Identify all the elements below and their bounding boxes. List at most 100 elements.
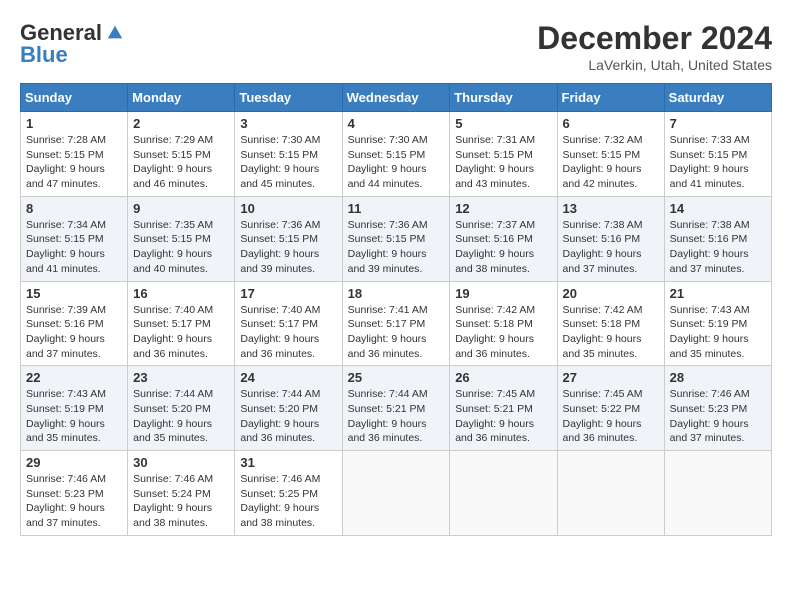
day-number: 4 (348, 116, 445, 131)
calendar-cell (664, 451, 771, 536)
calendar-table: SundayMondayTuesdayWednesdayThursdayFrid… (20, 83, 772, 536)
day-info: Sunrise: 7:29 AM Sunset: 5:15 PM Dayligh… (133, 133, 229, 192)
day-number: 28 (670, 370, 766, 385)
day-info: Sunrise: 7:42 AM Sunset: 5:18 PM Dayligh… (455, 303, 551, 362)
week-row-5: 29 Sunrise: 7:46 AM Sunset: 5:23 PM Dayl… (21, 451, 772, 536)
day-info: Sunrise: 7:46 AM Sunset: 5:23 PM Dayligh… (670, 387, 766, 446)
logo: General Blue (20, 20, 124, 68)
day-number: 25 (348, 370, 445, 385)
day-info: Sunrise: 7:35 AM Sunset: 5:15 PM Dayligh… (133, 218, 229, 277)
day-info: Sunrise: 7:43 AM Sunset: 5:19 PM Dayligh… (26, 387, 122, 446)
day-number: 16 (133, 286, 229, 301)
calendar-cell: 26 Sunrise: 7:45 AM Sunset: 5:21 PM Dayl… (450, 366, 557, 451)
day-info: Sunrise: 7:31 AM Sunset: 5:15 PM Dayligh… (455, 133, 551, 192)
day-number: 22 (26, 370, 122, 385)
day-number: 9 (133, 201, 229, 216)
day-info: Sunrise: 7:36 AM Sunset: 5:15 PM Dayligh… (240, 218, 336, 277)
weekday-monday: Monday (128, 84, 235, 112)
day-number: 10 (240, 201, 336, 216)
calendar-cell: 30 Sunrise: 7:46 AM Sunset: 5:24 PM Dayl… (128, 451, 235, 536)
calendar-cell: 17 Sunrise: 7:40 AM Sunset: 5:17 PM Dayl… (235, 281, 342, 366)
calendar-cell: 28 Sunrise: 7:46 AM Sunset: 5:23 PM Dayl… (664, 366, 771, 451)
day-number: 19 (455, 286, 551, 301)
day-number: 11 (348, 201, 445, 216)
day-info: Sunrise: 7:44 AM Sunset: 5:21 PM Dayligh… (348, 387, 445, 446)
calendar-cell: 12 Sunrise: 7:37 AM Sunset: 5:16 PM Dayl… (450, 196, 557, 281)
calendar-cell: 6 Sunrise: 7:32 AM Sunset: 5:15 PM Dayli… (557, 112, 664, 197)
calendar-cell: 14 Sunrise: 7:38 AM Sunset: 5:16 PM Dayl… (664, 196, 771, 281)
day-number: 6 (563, 116, 659, 131)
weekday-wednesday: Wednesday (342, 84, 450, 112)
calendar-cell (342, 451, 450, 536)
location-title: LaVerkin, Utah, United States (537, 57, 772, 73)
weekday-friday: Friday (557, 84, 664, 112)
day-number: 17 (240, 286, 336, 301)
day-number: 18 (348, 286, 445, 301)
calendar-cell: 19 Sunrise: 7:42 AM Sunset: 5:18 PM Dayl… (450, 281, 557, 366)
calendar-cell: 2 Sunrise: 7:29 AM Sunset: 5:15 PM Dayli… (128, 112, 235, 197)
day-info: Sunrise: 7:46 AM Sunset: 5:25 PM Dayligh… (240, 472, 336, 531)
day-info: Sunrise: 7:38 AM Sunset: 5:16 PM Dayligh… (563, 218, 659, 277)
calendar-cell: 7 Sunrise: 7:33 AM Sunset: 5:15 PM Dayli… (664, 112, 771, 197)
calendar-cell: 13 Sunrise: 7:38 AM Sunset: 5:16 PM Dayl… (557, 196, 664, 281)
day-number: 27 (563, 370, 659, 385)
calendar-cell: 29 Sunrise: 7:46 AM Sunset: 5:23 PM Dayl… (21, 451, 128, 536)
week-row-1: 1 Sunrise: 7:28 AM Sunset: 5:15 PM Dayli… (21, 112, 772, 197)
calendar-cell: 4 Sunrise: 7:30 AM Sunset: 5:15 PM Dayli… (342, 112, 450, 197)
day-info: Sunrise: 7:37 AM Sunset: 5:16 PM Dayligh… (455, 218, 551, 277)
day-info: Sunrise: 7:42 AM Sunset: 5:18 PM Dayligh… (563, 303, 659, 362)
day-number: 13 (563, 201, 659, 216)
day-info: Sunrise: 7:46 AM Sunset: 5:24 PM Dayligh… (133, 472, 229, 531)
logo-text-blue: Blue (20, 42, 68, 68)
calendar-cell: 3 Sunrise: 7:30 AM Sunset: 5:15 PM Dayli… (235, 112, 342, 197)
day-number: 12 (455, 201, 551, 216)
calendar-cell: 18 Sunrise: 7:41 AM Sunset: 5:17 PM Dayl… (342, 281, 450, 366)
day-number: 2 (133, 116, 229, 131)
calendar-cell (557, 451, 664, 536)
weekday-tuesday: Tuesday (235, 84, 342, 112)
month-title: December 2024 (537, 20, 772, 57)
day-info: Sunrise: 7:46 AM Sunset: 5:23 PM Dayligh… (26, 472, 122, 531)
day-info: Sunrise: 7:30 AM Sunset: 5:15 PM Dayligh… (240, 133, 336, 192)
day-info: Sunrise: 7:32 AM Sunset: 5:15 PM Dayligh… (563, 133, 659, 192)
day-info: Sunrise: 7:43 AM Sunset: 5:19 PM Dayligh… (670, 303, 766, 362)
day-info: Sunrise: 7:40 AM Sunset: 5:17 PM Dayligh… (240, 303, 336, 362)
page-header: General Blue December 2024 LaVerkin, Uta… (20, 20, 772, 73)
calendar-cell: 25 Sunrise: 7:44 AM Sunset: 5:21 PM Dayl… (342, 366, 450, 451)
calendar-cell: 27 Sunrise: 7:45 AM Sunset: 5:22 PM Dayl… (557, 366, 664, 451)
calendar-cell: 16 Sunrise: 7:40 AM Sunset: 5:17 PM Dayl… (128, 281, 235, 366)
calendar-cell: 10 Sunrise: 7:36 AM Sunset: 5:15 PM Dayl… (235, 196, 342, 281)
day-number: 26 (455, 370, 551, 385)
day-number: 7 (670, 116, 766, 131)
calendar-cell: 31 Sunrise: 7:46 AM Sunset: 5:25 PM Dayl… (235, 451, 342, 536)
day-number: 1 (26, 116, 122, 131)
day-info: Sunrise: 7:36 AM Sunset: 5:15 PM Dayligh… (348, 218, 445, 277)
day-number: 21 (670, 286, 766, 301)
weekday-sunday: Sunday (21, 84, 128, 112)
calendar-cell: 20 Sunrise: 7:42 AM Sunset: 5:18 PM Dayl… (557, 281, 664, 366)
day-info: Sunrise: 7:44 AM Sunset: 5:20 PM Dayligh… (240, 387, 336, 446)
day-number: 5 (455, 116, 551, 131)
calendar-cell: 22 Sunrise: 7:43 AM Sunset: 5:19 PM Dayl… (21, 366, 128, 451)
day-number: 8 (26, 201, 122, 216)
day-number: 23 (133, 370, 229, 385)
calendar-body: 1 Sunrise: 7:28 AM Sunset: 5:15 PM Dayli… (21, 112, 772, 536)
week-row-2: 8 Sunrise: 7:34 AM Sunset: 5:15 PM Dayli… (21, 196, 772, 281)
day-info: Sunrise: 7:45 AM Sunset: 5:21 PM Dayligh… (455, 387, 551, 446)
weekday-header-row: SundayMondayTuesdayWednesdayThursdayFrid… (21, 84, 772, 112)
day-number: 24 (240, 370, 336, 385)
calendar-cell: 11 Sunrise: 7:36 AM Sunset: 5:15 PM Dayl… (342, 196, 450, 281)
calendar-cell: 23 Sunrise: 7:44 AM Sunset: 5:20 PM Dayl… (128, 366, 235, 451)
calendar-cell: 8 Sunrise: 7:34 AM Sunset: 5:15 PM Dayli… (21, 196, 128, 281)
logo-icon (106, 24, 124, 42)
title-area: December 2024 LaVerkin, Utah, United Sta… (537, 20, 772, 73)
day-number: 30 (133, 455, 229, 470)
day-info: Sunrise: 7:38 AM Sunset: 5:16 PM Dayligh… (670, 218, 766, 277)
calendar-cell: 21 Sunrise: 7:43 AM Sunset: 5:19 PM Dayl… (664, 281, 771, 366)
week-row-3: 15 Sunrise: 7:39 AM Sunset: 5:16 PM Dayl… (21, 281, 772, 366)
day-info: Sunrise: 7:33 AM Sunset: 5:15 PM Dayligh… (670, 133, 766, 192)
calendar-cell: 15 Sunrise: 7:39 AM Sunset: 5:16 PM Dayl… (21, 281, 128, 366)
day-info: Sunrise: 7:40 AM Sunset: 5:17 PM Dayligh… (133, 303, 229, 362)
day-number: 3 (240, 116, 336, 131)
week-row-4: 22 Sunrise: 7:43 AM Sunset: 5:19 PM Dayl… (21, 366, 772, 451)
